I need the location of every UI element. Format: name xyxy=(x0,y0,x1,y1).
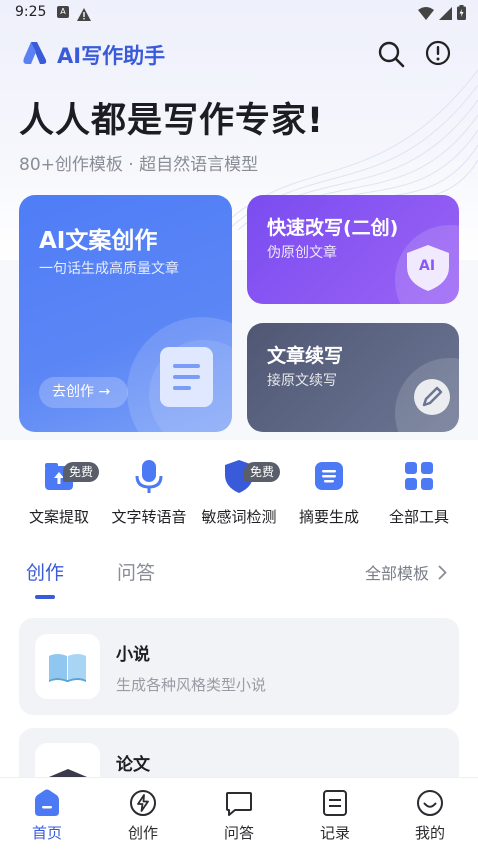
free-badge: 免费 xyxy=(244,462,281,482)
nav-label: 问答 xyxy=(223,824,254,842)
all-templates-link[interactable]: 全部模板 xyxy=(365,560,447,584)
card-title: 快速改写(二创) xyxy=(267,217,399,239)
app-title: AI写作助手 xyxy=(57,44,166,68)
page-subline: 80+创作模板 · 超自然语言模型 xyxy=(19,155,259,175)
tool-label: 敏感词检测 xyxy=(201,508,277,526)
summary-icon xyxy=(311,458,347,494)
status-time: 9:25 xyxy=(15,4,47,20)
free-badge: 免费 xyxy=(63,462,100,482)
app-logo-icon xyxy=(22,42,48,64)
home-icon xyxy=(32,788,62,818)
nav-home[interactable]: 首页 xyxy=(12,788,82,843)
tab-create[interactable]: 创作 xyxy=(26,558,64,585)
all-templates-label: 全部模板 xyxy=(365,564,430,583)
nav-create[interactable]: 创作 xyxy=(108,788,178,843)
template-item-novel[interactable]: 小说 生成各种风格类型小说 xyxy=(19,618,459,715)
chat-icon xyxy=(224,788,254,818)
notification-a-icon: A xyxy=(57,6,69,18)
nav-label: 记录 xyxy=(319,824,350,842)
card-subtitle: 伪原创文章 xyxy=(267,245,337,261)
tab-indicator xyxy=(35,595,55,599)
microphone-icon xyxy=(131,458,167,494)
create-icon xyxy=(128,788,158,818)
ai-badge-label: AI xyxy=(419,258,436,274)
card-title: 文章续写 xyxy=(267,345,344,367)
wifi-icon xyxy=(418,5,434,24)
go-create-button[interactable]: 去创作 → xyxy=(39,377,128,408)
search-icon[interactable] xyxy=(376,39,406,69)
warning-icon xyxy=(77,6,91,25)
nav-qa[interactable]: 问答 xyxy=(204,788,274,843)
tab-qa[interactable]: 问答 xyxy=(117,558,155,585)
document-icon xyxy=(160,347,213,411)
battery-icon xyxy=(457,5,466,24)
template-title: 论文 xyxy=(116,755,150,775)
article-continue-card[interactable]: 文章续写 接原文续写 xyxy=(247,323,459,432)
info-icon[interactable] xyxy=(424,39,454,69)
tool-label: 全部工具 xyxy=(388,508,449,526)
tool-all-tools[interactable]: 全部工具 xyxy=(373,458,465,527)
chevron-right-icon xyxy=(438,565,447,584)
nav-label: 首页 xyxy=(31,824,62,842)
pen-icon xyxy=(412,377,452,421)
status-bar: 9:25 A xyxy=(0,0,478,26)
grid-icon xyxy=(401,458,437,494)
card-subtitle: 接原文续写 xyxy=(267,373,337,389)
app-header: AI写作助手 xyxy=(0,32,478,76)
bottom-navigation: 首页 创作 问答 记录 我的 xyxy=(0,777,478,849)
profile-icon xyxy=(415,788,445,818)
record-icon xyxy=(320,788,350,818)
template-title: 小说 xyxy=(116,645,150,665)
tool-text-to-speech[interactable]: 文字转语音 xyxy=(103,458,195,527)
nav-profile[interactable]: 我的 xyxy=(395,788,465,843)
nav-record[interactable]: 记录 xyxy=(300,788,370,843)
ai-copywriting-card[interactable]: AI文案创作 一句话生成高质量文章 去创作 → xyxy=(19,195,232,432)
nav-label: 创作 xyxy=(127,824,158,842)
book-icon xyxy=(35,634,100,699)
tool-label: 文案提取 xyxy=(28,508,89,526)
page-headline: 人人都是写作专家! xyxy=(19,101,324,141)
card-title: AI文案创作 xyxy=(39,228,158,254)
tool-label: 摘要生成 xyxy=(298,508,359,526)
nav-label: 我的 xyxy=(414,824,445,842)
tool-summary[interactable]: 摘要生成 xyxy=(283,458,375,527)
quick-rewrite-card[interactable]: 快速改写(二创) 伪原创文章 AI xyxy=(247,195,459,304)
card-subtitle: 一句话生成高质量文章 xyxy=(39,261,179,277)
template-subtitle: 生成各种风格类型小说 xyxy=(116,676,267,694)
signal-icon xyxy=(439,5,452,24)
tool-label: 文字转语音 xyxy=(111,508,187,526)
